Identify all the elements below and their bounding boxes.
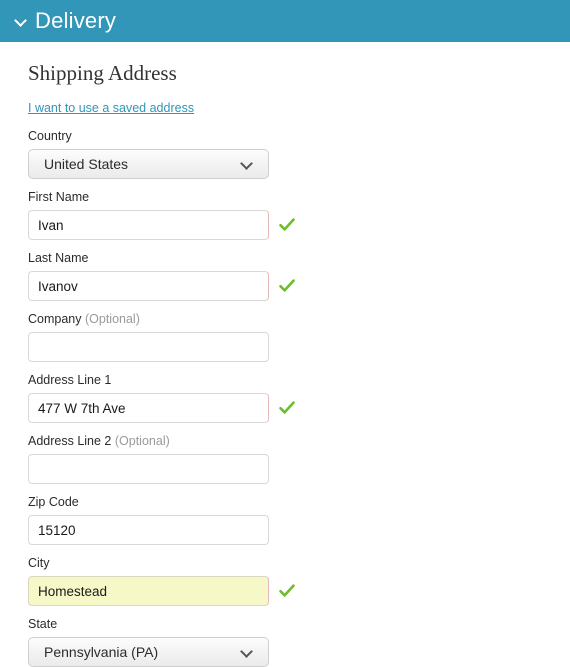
- field-row-city: [28, 576, 570, 607]
- field-group-first-name: First Name: [28, 190, 570, 241]
- label-text: First Name: [28, 190, 90, 205]
- section-title: Delivery: [35, 8, 117, 33]
- valid-check-icon: [278, 582, 296, 600]
- field-row-last-name: [28, 271, 570, 302]
- label-optional-suffix: (Optional): [84, 312, 140, 327]
- field-row-first-name: [28, 210, 570, 241]
- label-text: Zip Code: [28, 495, 79, 510]
- field-group-country: Country United States: [28, 129, 570, 180]
- valid-check-icon: [278, 216, 296, 234]
- address-line-1-input[interactable]: [28, 393, 269, 424]
- label-text: Address Line 2: [28, 434, 112, 449]
- label-address-line-1: Address Line 1: [28, 373, 570, 388]
- label-city: City: [28, 556, 570, 571]
- field-row-address-line-1: [28, 393, 570, 424]
- label-text: City: [28, 556, 50, 571]
- label-text: Address Line 1: [28, 373, 112, 388]
- delivery-panel-body: Shipping Address I want to use a saved a…: [0, 42, 570, 667]
- label-address-line-2: Address Line 2 (Optional): [28, 434, 570, 449]
- field-group-state: State Pennsylvania (PA): [28, 617, 570, 667]
- field-group-zip-code: Zip Code: [28, 495, 570, 546]
- shipping-address-fields: Country United States First Name Last Name C…: [28, 129, 570, 667]
- zip-code-input[interactable]: [28, 515, 269, 546]
- field-group-city: City: [28, 556, 570, 607]
- delivery-section-header[interactable]: Delivery: [0, 0, 570, 42]
- field-row-company: [28, 332, 570, 363]
- label-text: Country: [28, 129, 72, 144]
- city-input[interactable]: [28, 576, 269, 607]
- field-group-address-line-2: Address Line 2 (Optional): [28, 434, 570, 485]
- field-group-address-line-1: Address Line 1: [28, 373, 570, 424]
- address-line-2-input[interactable]: [28, 454, 269, 485]
- first-name-input[interactable]: [28, 210, 269, 241]
- field-group-last-name: Last Name: [28, 251, 570, 302]
- field-row-address-line-2: [28, 454, 570, 485]
- country-select[interactable]: United States: [28, 149, 269, 180]
- page-title: Shipping Address: [28, 61, 177, 85]
- label-text: Company: [28, 312, 82, 327]
- field-row-country: United States: [28, 149, 570, 180]
- label-company: Company (Optional): [28, 312, 570, 327]
- field-group-company: Company (Optional): [28, 312, 570, 363]
- last-name-input[interactable]: [28, 271, 269, 302]
- saved-address-link[interactable]: I want to use a saved address: [28, 101, 194, 115]
- field-row-zip-code: [28, 515, 570, 546]
- label-last-name: Last Name: [28, 251, 570, 266]
- label-text: State: [28, 617, 58, 632]
- chevron-down-icon: [14, 14, 28, 28]
- label-zip-code: Zip Code: [28, 495, 570, 510]
- label-country: Country: [28, 129, 570, 144]
- company-input[interactable]: [28, 332, 269, 363]
- state-select[interactable]: Pennsylvania (PA): [28, 637, 269, 667]
- select-wrap-country: United States: [28, 149, 269, 180]
- valid-check-icon: [278, 399, 296, 417]
- label-optional-suffix: (Optional): [114, 434, 170, 449]
- field-row-state: Pennsylvania (PA): [28, 637, 570, 667]
- valid-check-icon: [278, 277, 296, 295]
- label-first-name: First Name: [28, 190, 570, 205]
- label-text: Last Name: [28, 251, 89, 266]
- select-wrap-state: Pennsylvania (PA): [28, 637, 269, 667]
- label-state: State: [28, 617, 570, 632]
